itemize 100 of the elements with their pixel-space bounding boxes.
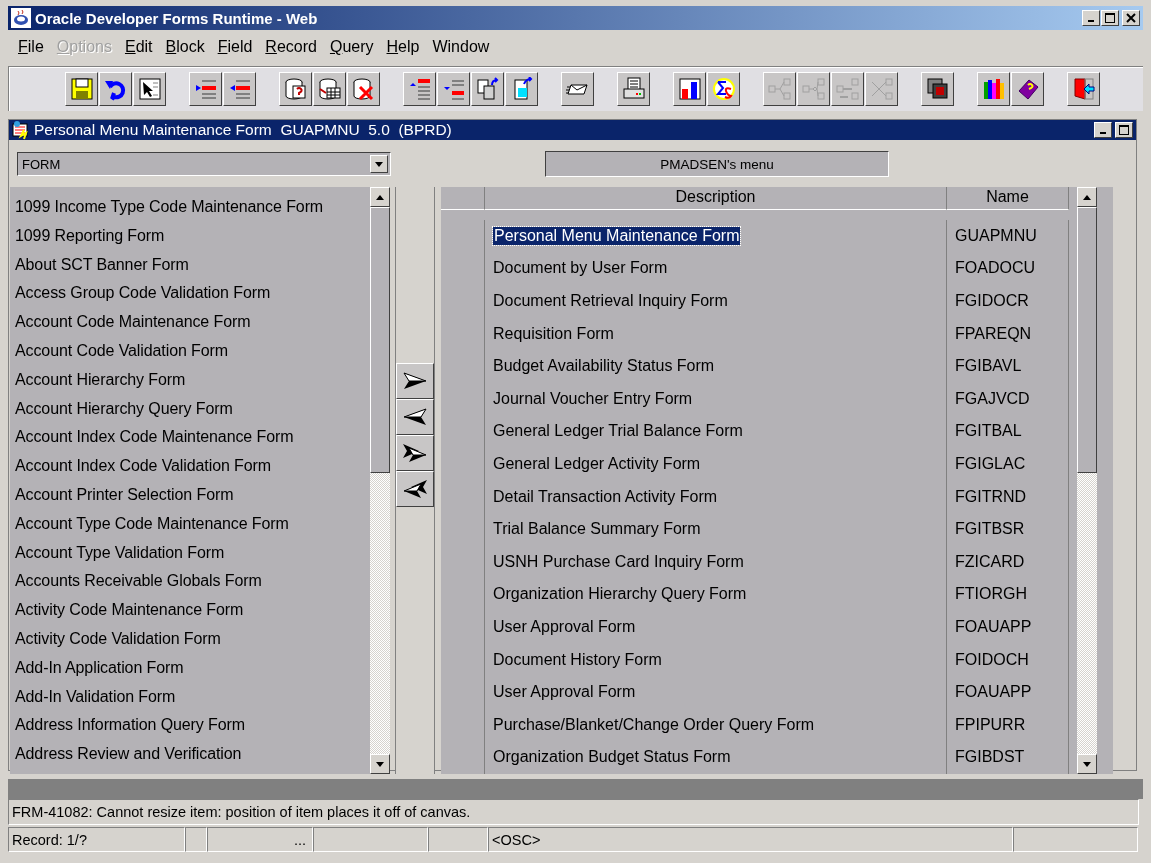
table-cell[interactable]: FGITBAL xyxy=(955,422,1022,441)
table-cell[interactable]: FGIBDST xyxy=(955,748,1025,767)
table-cell[interactable]: USNH Purchase Card Inquiry Form xyxy=(493,552,744,571)
list-item[interactable]: Address Information Query Form xyxy=(10,711,370,741)
list-item[interactable]: About SCT Banner Form xyxy=(10,250,370,280)
table-cell[interactable]: FGIBAVL xyxy=(955,357,1022,376)
menu-item[interactable]: Help xyxy=(380,38,427,56)
available-forms-list[interactable] xyxy=(10,187,370,774)
scrollbar[interactable] xyxy=(370,187,390,774)
table-cell[interactable]: General Ledger Trial Balance Form xyxy=(493,422,743,441)
scrollbar[interactable] xyxy=(1077,187,1097,774)
list-item[interactable]: Accounts Receivable Globals Form xyxy=(10,567,370,597)
toolbar-button[interactable] xyxy=(1011,72,1044,106)
table-cell[interactable]: FZICARD xyxy=(955,552,1025,571)
menu-item[interactable]: Field xyxy=(211,38,260,56)
list-item[interactable]: Account Printer Selection Form xyxy=(10,480,370,510)
table-cell[interactable]: GUAPMNU xyxy=(955,226,1037,245)
table-cell[interactable]: Personal Menu Maintenance Form xyxy=(493,226,741,245)
list-item[interactable]: Access Group Code Validation Form xyxy=(10,279,370,309)
toolbar-button[interactable] xyxy=(133,72,166,106)
table-cell[interactable]: FOAUAPP xyxy=(955,618,1032,636)
minimize-button[interactable] xyxy=(1082,10,1100,26)
toolbar-button[interactable] xyxy=(347,72,380,106)
list-item[interactable]: Activity Code Validation Form xyxy=(10,624,370,654)
list-item[interactable]: Account Type Validation Form xyxy=(10,538,370,568)
menu-item[interactable]: File xyxy=(12,38,51,56)
toolbar-button[interactable] xyxy=(403,72,436,106)
menu-item[interactable]: Block xyxy=(159,38,212,56)
table-cell[interactable]: User Approval Form xyxy=(493,683,636,702)
table-cell[interactable]: FGITBSR xyxy=(955,520,1025,539)
list-item[interactable]: Add-In Application Form xyxy=(10,653,370,683)
menu-item[interactable]: Edit xyxy=(118,38,160,56)
list-item[interactable]: Add-In Validation Form xyxy=(10,682,370,712)
move-button[interactable] xyxy=(396,471,434,507)
maximize-button[interactable] xyxy=(1115,122,1133,138)
table-cell[interactable]: FGIGLAC xyxy=(955,455,1026,474)
list-item[interactable]: Account Hierarchy Form xyxy=(10,365,370,395)
books-icon xyxy=(981,77,1006,101)
move-button[interactable] xyxy=(396,363,434,399)
toolbar-button[interactable] xyxy=(189,72,222,106)
table-cell[interactable]: FTIORGH xyxy=(955,585,1027,604)
move-button[interactable] xyxy=(396,435,434,471)
database-query-icon xyxy=(283,77,308,101)
table-cell[interactable]: General Ledger Activity Form xyxy=(493,455,701,474)
menu-item[interactable]: Window xyxy=(426,38,497,56)
table-cell[interactable]: FGITRND xyxy=(955,487,1027,506)
toolbar-button[interactable] xyxy=(707,72,740,106)
list-item[interactable]: Account Index Code Validation Form xyxy=(10,452,370,481)
menu-item[interactable]: Query xyxy=(323,38,381,56)
table-cell[interactable]: Purchase/Blanket/Change Order Query Form xyxy=(493,715,815,734)
table-cell[interactable]: Detail Transaction Activity Form xyxy=(493,487,718,506)
list-item[interactable]: 1099 Reporting Form xyxy=(10,221,370,251)
toolbar-button[interactable] xyxy=(561,72,594,106)
list-item[interactable]: Account Type Code Maintenance Form xyxy=(10,509,370,539)
object-type-dropdown[interactable]: FORM xyxy=(17,152,391,176)
table-cell[interactable]: FOADOCU xyxy=(955,259,1035,278)
table-cell[interactable]: Document Retrieval Inquiry Form xyxy=(493,292,728,311)
table-cell[interactable]: Document History Form xyxy=(493,650,662,669)
table-cell[interactable]: Organization Hierarchy Query Form xyxy=(493,585,747,604)
column-header: Name xyxy=(947,187,1069,210)
table-cell[interactable]: Document by User Form xyxy=(493,259,668,278)
table-cell[interactable]: Budget Availability Status Form xyxy=(493,357,715,376)
toolbar-button[interactable] xyxy=(617,72,650,106)
table-cell[interactable]: FOIDOCH xyxy=(955,650,1029,669)
table-cell[interactable]: Requisition Form xyxy=(493,324,614,343)
move-button[interactable] xyxy=(396,399,434,435)
list-item[interactable]: Account Hierarchy Query Form xyxy=(10,394,370,424)
toolbar-button[interactable] xyxy=(977,72,1010,106)
scroll-up-icon xyxy=(375,193,385,201)
table-cell[interactable]: FPAREQN xyxy=(955,324,1032,343)
table-cell[interactable]: FPIPURR xyxy=(955,715,1026,734)
list-item[interactable]: 1099 Income Type Code Maintenance Form xyxy=(10,193,370,222)
table-cell[interactable]: FGIDOCR xyxy=(955,292,1029,311)
list-item[interactable]: Address Review and Verification xyxy=(10,740,370,769)
toolbar-button[interactable] xyxy=(223,72,256,106)
list-item[interactable]: Activity Code Maintenance Form xyxy=(10,596,370,625)
table-cell[interactable]: FOAUAPP xyxy=(955,683,1032,702)
status-text: <OSC> xyxy=(488,827,1013,852)
table-cell[interactable]: FGAJVCD xyxy=(955,389,1030,408)
toolbar-button[interactable] xyxy=(99,72,132,106)
list-item[interactable]: Account Code Maintenance Form xyxy=(10,308,370,337)
close-button[interactable] xyxy=(1122,10,1140,26)
toolbar-button[interactable] xyxy=(505,72,538,106)
toolbar-button[interactable] xyxy=(65,72,98,106)
toolbar-button[interactable] xyxy=(471,72,504,106)
list-item[interactable]: Account Index Code Maintenance Form xyxy=(10,423,370,453)
toolbar-button[interactable] xyxy=(279,72,312,106)
table-cell[interactable]: User Approval Form xyxy=(493,618,636,636)
table-cell[interactable]: Organization Budget Status Form xyxy=(493,748,731,767)
toolbar-button[interactable] xyxy=(673,72,706,106)
minimize-button[interactable] xyxy=(1094,122,1112,138)
menu-item[interactable]: Record xyxy=(259,38,324,56)
maximize-button[interactable] xyxy=(1101,10,1119,26)
toolbar-button[interactable] xyxy=(921,72,954,106)
list-item[interactable]: Account Code Validation Form xyxy=(10,337,370,366)
toolbar-button[interactable] xyxy=(1067,72,1100,106)
toolbar-button[interactable] xyxy=(313,72,346,106)
table-cell[interactable]: Trial Balance Summary Form xyxy=(493,520,701,539)
table-cell[interactable]: Journal Voucher Entry Form xyxy=(493,389,693,408)
toolbar-button[interactable] xyxy=(437,72,470,106)
